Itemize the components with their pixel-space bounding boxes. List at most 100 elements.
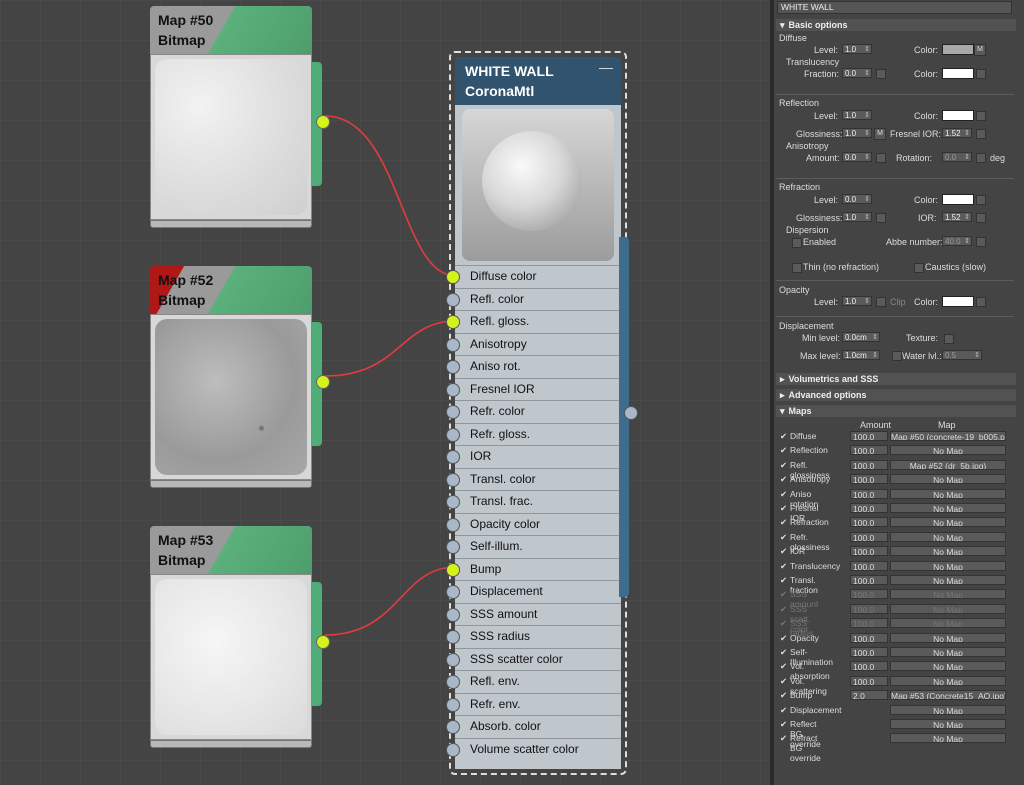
socket-row[interactable]: Aniso rot. bbox=[446, 355, 621, 378]
map-slot-button[interactable]: No Map bbox=[890, 704, 1006, 715]
map-amount-spinner[interactable]: 100.0 bbox=[850, 603, 888, 615]
map-amount-spinner[interactable]: 100.0 bbox=[850, 517, 888, 528]
socket-row[interactable]: Opacity color bbox=[446, 512, 621, 536]
map-slot-button[interactable]: No Map bbox=[890, 603, 1006, 614]
aniso-rotation-checkbox[interactable] bbox=[976, 153, 986, 163]
map-enable-check[interactable]: ✔ bbox=[780, 604, 787, 615]
map-slot-button[interactable]: No Map bbox=[890, 661, 1006, 672]
map-amount-spinner[interactable]: 100.0 bbox=[850, 589, 888, 600]
opacity-map-checkbox[interactable] bbox=[976, 297, 986, 307]
map-enable-check[interactable]: ✔ bbox=[780, 575, 787, 586]
ior-spinner[interactable]: 1.52 bbox=[942, 212, 972, 223]
minimize-button[interactable]: — bbox=[599, 59, 613, 75]
socket-row[interactable]: Bump bbox=[446, 557, 621, 581]
map-slot-button[interactable]: No Map bbox=[890, 675, 1006, 686]
socket-row[interactable]: SSS radius bbox=[446, 625, 621, 648]
abbe-checkbox[interactable] bbox=[976, 237, 986, 247]
map-enable-check[interactable]: ✔ bbox=[780, 561, 787, 572]
map-amount-spinner[interactable]: 100.0 bbox=[850, 647, 888, 658]
material-output-socket[interactable] bbox=[624, 406, 638, 420]
input-socket[interactable] bbox=[446, 360, 460, 374]
map-slot-button[interactable]: No Map bbox=[890, 474, 1006, 485]
rollout-advanced-options[interactable]: ▸ Advanced options bbox=[776, 389, 1016, 401]
caustics-checkbox[interactable] bbox=[914, 263, 924, 273]
material-node-header[interactable]: WHITE WALL CoronaMtl — bbox=[455, 57, 621, 105]
map-enable-check[interactable]: ✔ bbox=[780, 589, 787, 600]
input-socket[interactable] bbox=[446, 540, 460, 554]
socket-row[interactable]: SSS amount bbox=[446, 602, 621, 626]
material-name-field[interactable]: WHITE WALL bbox=[777, 1, 1012, 14]
map-slot-button[interactable]: Map #50 (concrete-19_b005.png) bbox=[890, 431, 1006, 441]
input-socket[interactable] bbox=[446, 495, 460, 509]
refl-gloss-map-button[interactable]: M bbox=[874, 128, 886, 140]
opacity-color-swatch[interactable] bbox=[942, 296, 974, 307]
map-enable-check[interactable]: ✔ bbox=[780, 532, 787, 543]
fraction-spinner[interactable]: 0.0 bbox=[842, 68, 872, 79]
map-slot-button[interactable]: No Map bbox=[890, 531, 1006, 542]
output-socket[interactable] bbox=[316, 635, 330, 649]
socket-row[interactable]: SSS scatter color bbox=[446, 647, 621, 671]
socket-row[interactable]: IOR bbox=[446, 445, 621, 468]
map-enable-check[interactable]: ✔ bbox=[780, 546, 787, 557]
aniso-amount-checkbox[interactable] bbox=[876, 153, 886, 163]
map-node-53[interactable]: Map #53 Bitmap bbox=[150, 526, 330, 748]
input-socket[interactable] bbox=[446, 607, 460, 622]
map-amount-spinner[interactable]: 100.0 bbox=[850, 661, 888, 672]
socket-row[interactable]: Transl. frac. bbox=[446, 490, 621, 513]
map-enable-check[interactable]: ✔ bbox=[780, 690, 787, 701]
map-enable-check[interactable]: ✔ bbox=[780, 460, 787, 471]
opacity-level-spinner[interactable]: 1.0 bbox=[842, 296, 872, 307]
node-editor-canvas[interactable]: Map #50 Bitmap Map #52 Bitmap Map #53 Bi… bbox=[0, 0, 770, 785]
socket-row[interactable]: Self-illum. bbox=[446, 535, 621, 558]
disp-min-spinner[interactable]: 0.0cm bbox=[842, 332, 880, 343]
map-amount-spinner[interactable]: 100.0 bbox=[850, 503, 888, 514]
map-slot-button[interactable]: Map #53 (Concrete15_AO.jpg) bbox=[890, 690, 1006, 701]
map-amount-spinner[interactable]: 2.0 bbox=[850, 690, 888, 701]
map-slot-button[interactable]: No Map bbox=[890, 560, 1006, 571]
refr-gloss-spinner[interactable]: 1.0 bbox=[842, 212, 872, 223]
input-socket[interactable] bbox=[446, 675, 460, 689]
rollout-volumetrics-sss[interactable]: ▸ Volumetrics and SSS bbox=[776, 373, 1016, 385]
map-slot-button[interactable]: No Map bbox=[890, 719, 1006, 729]
input-socket[interactable] bbox=[446, 427, 460, 442]
map-amount-spinner[interactable]: 100.0 bbox=[850, 632, 888, 644]
socket-row[interactable]: Refr. color bbox=[446, 400, 621, 423]
refr-gloss-checkbox[interactable] bbox=[876, 213, 886, 223]
map-node-50[interactable]: Map #50 Bitmap bbox=[150, 6, 330, 228]
socket-row[interactable]: Refr. env. bbox=[446, 692, 621, 716]
map-amount-spinner[interactable]: 100.0 bbox=[850, 575, 888, 586]
map-slot-button[interactable]: No Map bbox=[890, 575, 1006, 585]
input-socket[interactable] bbox=[446, 630, 460, 644]
socket-row[interactable]: Transl. color bbox=[446, 467, 621, 491]
refl-color-swatch[interactable] bbox=[942, 110, 974, 121]
diffuse-level-spinner[interactable]: 1.0 bbox=[842, 44, 872, 55]
fresnel-map-checkbox[interactable] bbox=[976, 129, 986, 139]
map-enable-check[interactable]: ✔ bbox=[780, 503, 787, 514]
disp-texture-checkbox[interactable] bbox=[944, 334, 954, 344]
input-socket[interactable] bbox=[446, 742, 460, 757]
map-amount-spinner[interactable]: 100.0 bbox=[850, 488, 888, 500]
material-node-white-wall[interactable]: WHITE WALL CoronaMtl — Diffuse color Refl… bbox=[446, 51, 638, 775]
input-socket[interactable] bbox=[446, 270, 460, 284]
map-slot-button[interactable]: Map #52 (dr_5b.jpg) bbox=[890, 459, 1006, 470]
input-socket[interactable] bbox=[446, 450, 460, 464]
dispersion-enabled-checkbox[interactable] bbox=[792, 238, 802, 248]
map-amount-spinner[interactable]: 100.0 bbox=[850, 474, 888, 485]
diffuse-map-button[interactable]: M bbox=[974, 44, 986, 56]
map-enable-check[interactable]: ✔ bbox=[780, 719, 787, 730]
map-amount-spinner[interactable]: 100.0 bbox=[850, 445, 888, 456]
map-enable-check[interactable]: ✔ bbox=[780, 633, 787, 644]
refr-map-checkbox[interactable] bbox=[976, 195, 986, 205]
thin-checkbox[interactable] bbox=[792, 263, 802, 273]
map-amount-spinner[interactable]: 100.0 bbox=[850, 560, 888, 572]
map-enable-check[interactable]: ✔ bbox=[780, 489, 787, 500]
fraction-map-checkbox[interactable] bbox=[876, 69, 886, 79]
refl-gloss-spinner[interactable]: 1.0 bbox=[842, 128, 872, 139]
transl-map-checkbox[interactable] bbox=[976, 69, 986, 79]
map-amount-spinner[interactable]: 100.0 bbox=[850, 431, 888, 442]
map-enable-check[interactable]: ✔ bbox=[780, 733, 787, 744]
input-socket[interactable] bbox=[446, 517, 460, 532]
aniso-amount-spinner[interactable]: 0.0 bbox=[842, 152, 872, 163]
input-socket[interactable] bbox=[446, 472, 460, 487]
input-socket[interactable] bbox=[446, 585, 460, 599]
